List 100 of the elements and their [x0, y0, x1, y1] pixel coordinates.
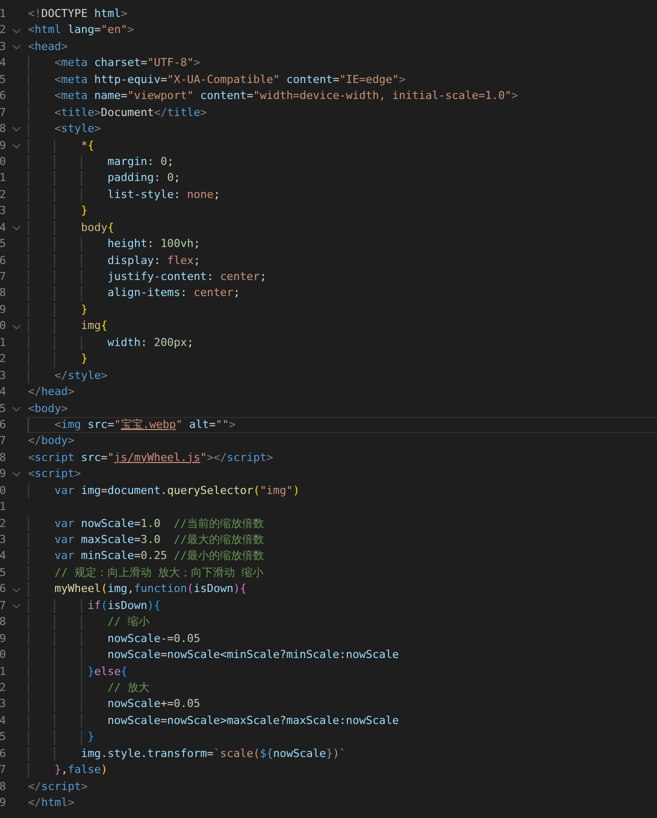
code-line: </style>	[53, 368, 108, 384]
code-line: }	[80, 302, 88, 318]
code-line: body{	[80, 220, 114, 236]
line-number: 5	[0, 236, 6, 252]
code-line: nowScale=nowScale<minScale?minScale:nowScale	[106, 647, 399, 664]
code-line: },false)	[53, 762, 108, 778]
code-line: nowScale-=0.05	[106, 630, 200, 647]
code-line: // 规定：向上滑动 放大；向下滑动 缩小	[53, 564, 264, 581]
line-number: 0	[0, 647, 6, 664]
line-number: 3	[0, 38, 6, 55]
code-line: var nowScale=1.0 //当前的缩放倍数	[53, 516, 264, 532]
code-line: <title>Document</title>	[53, 104, 207, 121]
code-line: </body>	[28, 433, 74, 450]
code-line: width: 200px;	[106, 334, 194, 351]
line-number: 2	[0, 22, 6, 38]
line-number: 8	[0, 285, 6, 302]
code-line: *{	[80, 138, 94, 154]
line-number: 1	[0, 170, 6, 186]
code-line: <!DOCTYPE html>	[28, 6, 128, 22]
chevron-icon[interactable]	[12, 126, 21, 132]
code-line: <meta http-equiv="X-UA-Compatible" content="IE=edge">	[53, 72, 406, 88]
chevron-icon[interactable]	[12, 324, 21, 330]
line-number: 6	[0, 581, 6, 598]
code-line: list-style: none;	[106, 186, 220, 203]
code-line: // 放大	[106, 680, 150, 696]
line-number: 1	[0, 664, 6, 680]
chevron-icon[interactable]	[12, 28, 21, 34]
code-line: var img=document.querySelector("img")	[53, 482, 300, 499]
line-number: 4	[0, 712, 6, 729]
code-line: display: flex;	[106, 252, 200, 269]
chevron-icon[interactable]	[12, 224, 21, 231]
line-number: 3	[0, 532, 6, 548]
line-number: 2	[0, 680, 6, 696]
line-number: 2	[0, 351, 6, 368]
code-line: if(isDown){	[86, 598, 160, 614]
code-line: }	[80, 203, 88, 220]
line-number: 7	[0, 104, 6, 121]
chevron-icon[interactable]	[12, 586, 21, 593]
line-number: 6	[0, 416, 6, 433]
code-line: <img src="宝宝.webp" alt="">	[53, 416, 236, 433]
line-number: 7	[0, 762, 6, 778]
line-number: 9	[0, 630, 6, 647]
code-line: align-items: center;	[106, 285, 240, 302]
line-number: 0	[0, 154, 6, 170]
line-number: 5	[0, 72, 6, 88]
line-number: 4	[0, 220, 6, 236]
chevron-icon[interactable]	[12, 471, 21, 478]
line-number: 2	[0, 186, 6, 203]
chevron-icon[interactable]	[12, 602, 21, 609]
line-number: 6	[0, 252, 6, 269]
line-number: 6	[0, 88, 6, 104]
line-number: 6	[0, 746, 6, 762]
code-line: <meta charset="UTF-8">	[53, 55, 200, 72]
line-number: 5	[0, 400, 6, 416]
line-number: 2	[0, 516, 6, 532]
line-number: 9	[0, 466, 6, 482]
line-number: 0	[0, 318, 6, 334]
code-line: </head>	[28, 384, 74, 400]
code-line: img{	[80, 318, 108, 334]
code-line: <style>	[53, 121, 101, 138]
code-line: <meta name="viewport" content="width=device-width, initial-scale=1.0">	[53, 88, 518, 104]
code-line: // 缩小	[106, 614, 150, 630]
code-line: var maxScale=3.0 //最大的缩放倍数	[53, 532, 264, 548]
code-line: }	[86, 729, 94, 746]
code-line: <script src="js/myWheel.js"></script>	[28, 450, 274, 466]
line-number: 1	[0, 499, 6, 516]
code-line: nowScale+=0.05	[106, 696, 200, 712]
code-line: </script>	[28, 778, 88, 795]
code-line: height: 100vh;	[106, 236, 200, 252]
code-line: justify-content: center;	[106, 269, 266, 285]
code-line: <script>	[28, 466, 81, 482]
chevron-icon[interactable]	[12, 142, 21, 149]
code-line: img.style.transform=`scale(${nowScale})`	[80, 746, 346, 762]
line-number: 7	[0, 598, 6, 614]
line-number: 4	[0, 548, 6, 564]
line-number: 8	[0, 778, 6, 795]
code-line: padding: 0;	[106, 170, 180, 186]
line-number: 5	[0, 564, 6, 581]
chevron-icon[interactable]	[12, 44, 21, 50]
code-line: var minScale=0.25 //最小的缩放倍数	[53, 548, 264, 564]
code-line: }	[80, 351, 88, 368]
code-line: nowScale=nowScale>maxScale?maxScale:nowScale	[106, 712, 399, 729]
line-number: 5	[0, 729, 6, 746]
line-number: 1	[0, 6, 6, 22]
line-number: 3	[0, 203, 6, 220]
line-number: 8	[0, 121, 6, 138]
line-number: 8	[0, 614, 6, 630]
code-line: myWheel(img,function(isDown){	[53, 581, 247, 598]
line-number: 4	[0, 384, 6, 400]
code-line: <head>	[28, 38, 68, 55]
chevron-icon[interactable]	[12, 406, 21, 412]
code-line: </html>	[28, 795, 74, 811]
line-number: 9	[0, 138, 6, 154]
line-number: 3	[0, 368, 6, 384]
line-number: 3	[0, 696, 6, 712]
line-number: 7	[0, 433, 6, 450]
code-line: margin: 0;	[106, 154, 174, 170]
line-number: 9	[0, 302, 6, 318]
line-number: 1	[0, 334, 6, 351]
line-number: 8	[0, 450, 6, 466]
